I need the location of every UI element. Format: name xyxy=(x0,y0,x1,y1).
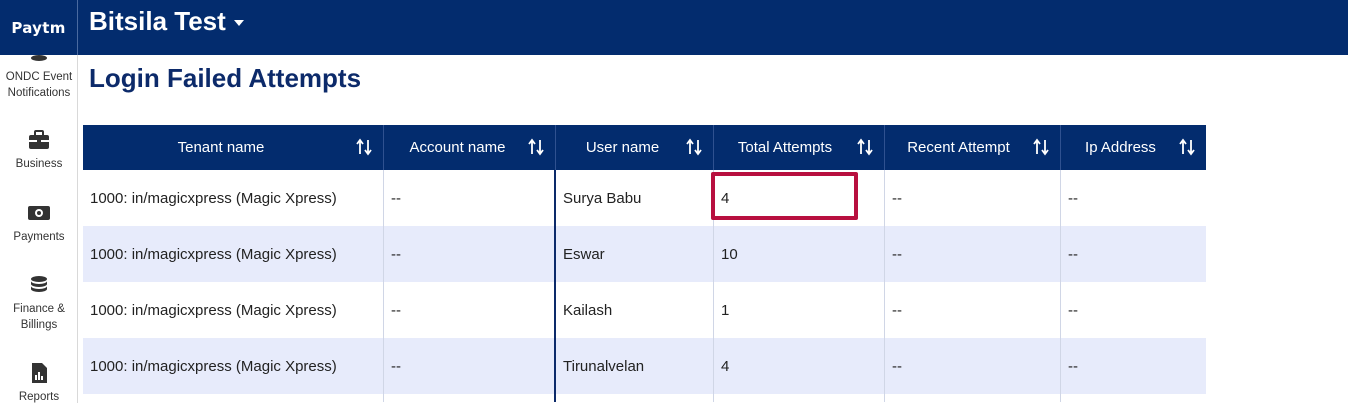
cell-tenant-name: 1000: in/magicxpress (Magic Xpress) xyxy=(83,226,384,282)
cell-ip-address: -- xyxy=(1068,357,1078,375)
table-row-partial xyxy=(83,394,1206,402)
top-bar: Paytm Bitsila Test xyxy=(0,0,1348,55)
table-row[interactable]: 1000: in/magicxpress (Magic Xpress) -- T… xyxy=(83,338,1206,394)
cell-tenant-name: 1000: in/magicxpress (Magic Xpress) xyxy=(83,170,384,226)
column-header-account-name[interactable]: Account name xyxy=(384,125,556,170)
org-name: Bitsila Test xyxy=(89,5,226,36)
column-header-tenant-name[interactable]: Tenant name xyxy=(83,125,384,170)
sidebar-item-ondc-event-notifications[interactable]: ONDC Event Notifications xyxy=(0,55,77,101)
table-row[interactable]: 1000: in/magicxpress (Magic Xpress) -- S… xyxy=(83,170,1206,226)
sidebar-item-label: Payments xyxy=(13,231,65,243)
org-switcher[interactable]: Bitsila Test xyxy=(89,4,244,38)
table-header: Tenant name Account name User name Total… xyxy=(83,125,1206,170)
report-icon xyxy=(32,363,47,383)
sort-icon[interactable] xyxy=(1178,138,1196,156)
cell-account-name: -- xyxy=(384,226,556,282)
column-header-recent-attempt[interactable]: Recent Attempt xyxy=(885,125,1061,170)
cell-ip-address: -- xyxy=(1068,245,1078,263)
briefcase-icon xyxy=(29,130,49,149)
cell-recent-attempt: -- xyxy=(885,282,1061,338)
cell-empty xyxy=(714,394,885,402)
sort-icon[interactable] xyxy=(355,138,373,156)
page-title: Login Failed Attempts xyxy=(89,63,362,93)
cell-total-attempts: 1 xyxy=(714,282,885,338)
cell-empty xyxy=(1061,394,1206,402)
cell-total-attempts: 4 xyxy=(714,338,885,394)
sidebar: ONDC Event Notifications Business Paymen… xyxy=(0,55,78,403)
cell-empty xyxy=(384,394,556,402)
cell-account-name: -- xyxy=(384,282,556,338)
cell-user-name: Tirunalvelan xyxy=(556,338,714,394)
coins-icon xyxy=(31,276,47,292)
login-attempts-table: Tenant name Account name User name Total… xyxy=(83,125,1206,402)
caret-down-icon xyxy=(233,20,244,26)
cell-tenant-name: 1000: in/magicxpress (Magic Xpress) xyxy=(83,338,384,394)
sort-icon[interactable] xyxy=(1032,138,1050,156)
sidebar-item-label: Finance & Billings xyxy=(13,303,65,331)
table-row[interactable]: 1000: in/magicxpress (Magic Xpress) -- K… xyxy=(83,282,1206,338)
sidebar-item-label: ONDC Event Notifications xyxy=(5,71,73,99)
column-header-ip-address[interactable]: Ip Address xyxy=(1061,125,1206,170)
cell-recent-attempt: -- xyxy=(885,226,1061,282)
sort-icon[interactable] xyxy=(856,138,874,156)
cell-ip-address: -- xyxy=(1068,189,1078,207)
cell-tenant-name: 1000: in/magicxpress (Magic Xpress) xyxy=(83,282,384,338)
cell-user-name: Eswar xyxy=(556,226,714,282)
cell-empty xyxy=(83,394,384,402)
table-row[interactable]: 1000: in/magicxpress (Magic Xpress) -- E… xyxy=(83,226,1206,282)
logo-text: Paytm xyxy=(11,18,66,37)
sidebar-item-payments[interactable]: Payments xyxy=(0,203,77,245)
coins-icon xyxy=(31,55,47,61)
cell-recent-attempt: -- xyxy=(885,338,1061,394)
cell-empty xyxy=(556,394,714,402)
sidebar-item-label: Business xyxy=(15,158,63,170)
cell-empty xyxy=(885,394,1061,402)
sidebar-item-finance-billings[interactable]: Finance & Billings xyxy=(0,275,77,333)
column-header-user-name[interactable]: User name xyxy=(556,125,714,170)
cell-recent-attempt: -- xyxy=(885,170,1061,226)
cell-ip-address: -- xyxy=(1068,301,1078,319)
cell-account-name: -- xyxy=(384,170,556,226)
sidebar-item-business[interactable]: Business xyxy=(0,130,77,172)
sidebar-item-label: Reports xyxy=(18,391,60,403)
cell-account-name: -- xyxy=(384,338,556,394)
sidebar-item-reports[interactable]: Reports xyxy=(0,363,77,403)
sort-icon[interactable] xyxy=(685,138,703,156)
cell-user-name: Kailash xyxy=(556,282,714,338)
cell-total-attempts: 10 xyxy=(714,226,885,282)
column-header-total-attempts[interactable]: Total Attempts xyxy=(714,125,885,170)
brand-logo[interactable]: Paytm xyxy=(0,0,78,55)
cash-icon xyxy=(28,206,50,220)
sort-icon[interactable] xyxy=(527,138,545,156)
cell-total-attempts: 4 xyxy=(714,170,885,226)
cell-user-name: Surya Babu xyxy=(556,170,714,226)
